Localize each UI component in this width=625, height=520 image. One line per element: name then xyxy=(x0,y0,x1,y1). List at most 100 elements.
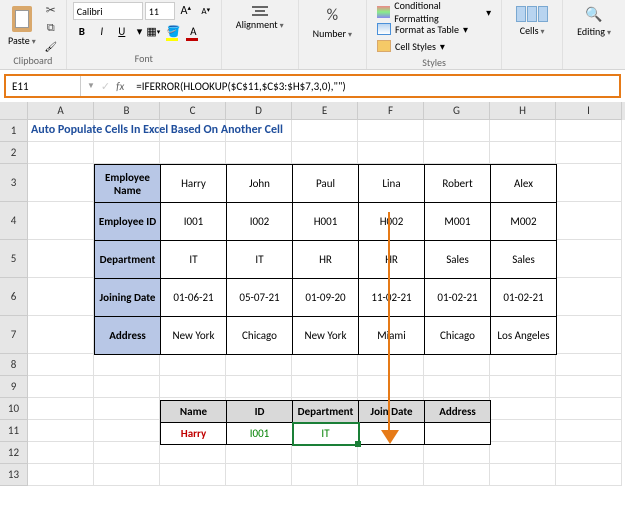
col-header[interactable]: A xyxy=(28,102,94,120)
table-cell[interactable]: 01-02-21 xyxy=(491,279,557,317)
table-cell[interactable]: Chicago xyxy=(425,317,491,355)
border-button[interactable]: ▦▾ xyxy=(144,22,162,40)
cell-styles-button[interactable]: Cell Styles▾ xyxy=(377,38,491,54)
table-cell[interactable]: IT xyxy=(227,241,293,279)
font-color-button[interactable]: A xyxy=(184,22,202,40)
bold-button[interactable]: B xyxy=(73,22,91,40)
row-header[interactable]: 4 xyxy=(0,202,28,240)
percent-icon[interactable] xyxy=(327,6,338,25)
row-header[interactable]: 1 xyxy=(0,120,28,142)
lookup-header[interactable]: Department xyxy=(293,401,359,423)
lookup-header[interactable]: ID xyxy=(227,401,293,423)
table-cell[interactable]: Los Angeles xyxy=(491,317,557,355)
row-header[interactable]: 2 xyxy=(0,142,28,164)
table-cell[interactable]: M001 xyxy=(425,203,491,241)
format-as-table-button[interactable]: Format as Table▾ xyxy=(377,21,491,37)
callout-arrow-line xyxy=(388,212,390,434)
row-headers: 1 2 3 4 5 6 7 8 9 10 11 12 13 xyxy=(0,120,28,486)
active-cell[interactable]: IT xyxy=(293,423,359,445)
col-header[interactable]: E xyxy=(292,102,358,120)
table-header[interactable]: Joining Date xyxy=(95,279,161,317)
row-header[interactable]: 3 xyxy=(0,164,28,202)
table-cell[interactable]: 01-02-21 xyxy=(425,279,491,317)
cell-grid[interactable]: Auto Populate Cells In Excel Based On An… xyxy=(28,120,625,486)
table-cell[interactable]: Robert xyxy=(425,165,491,203)
decrease-font-button[interactable] xyxy=(197,2,215,20)
table-cell[interactable]: Harry xyxy=(161,165,227,203)
row-header[interactable]: 8 xyxy=(0,354,28,376)
format-painter-button[interactable] xyxy=(42,38,60,54)
name-box[interactable]: E11 xyxy=(6,76,81,96)
cut-button[interactable] xyxy=(42,2,60,18)
underline-button[interactable]: U xyxy=(113,22,131,40)
paste-button[interactable]: Paste xyxy=(6,2,38,49)
table-cell[interactable]: I002 xyxy=(227,203,293,241)
table-cell[interactable]: 11-02-21 xyxy=(359,279,425,317)
copy-button[interactable] xyxy=(42,20,60,36)
table-cell[interactable]: New York xyxy=(161,317,227,355)
table-cell[interactable]: Alex xyxy=(491,165,557,203)
table-cell[interactable]: Sales xyxy=(491,241,557,279)
name-box-dropdown-icon[interactable]: ▼ xyxy=(87,81,95,91)
table-header[interactable]: Employee ID xyxy=(95,203,161,241)
table-cell[interactable]: Miami xyxy=(359,317,425,355)
col-header[interactable]: F xyxy=(358,102,424,120)
lookup-cell[interactable] xyxy=(425,423,491,445)
lookup-result-cell[interactable]: I001 xyxy=(227,423,293,445)
table-header[interactable]: Department xyxy=(95,241,161,279)
align-icon[interactable] xyxy=(252,6,268,16)
find-icon[interactable] xyxy=(585,6,602,23)
alignment-label: Alignment xyxy=(236,18,284,31)
table-cell[interactable]: HR xyxy=(359,241,425,279)
table-cell[interactable]: 05-07-21 xyxy=(227,279,293,317)
row-header[interactable]: 12 xyxy=(0,442,28,464)
column-headers: A B C D E F G H I xyxy=(0,102,625,120)
table-header[interactable]: Address xyxy=(95,317,161,355)
table-cell[interactable]: H002 xyxy=(359,203,425,241)
table-cell[interactable]: M002 xyxy=(491,203,557,241)
row-header[interactable]: 10 xyxy=(0,398,28,420)
row-header[interactable]: 7 xyxy=(0,316,28,354)
lookup-header[interactable]: Join Date xyxy=(359,401,425,423)
table-cell[interactable]: Lina xyxy=(359,165,425,203)
font-name-select[interactable] xyxy=(73,2,143,20)
select-all-corner[interactable] xyxy=(0,102,28,120)
table-cell[interactable]: H001 xyxy=(293,203,359,241)
row-header[interactable]: 5 xyxy=(0,240,28,278)
cells-icon[interactable] xyxy=(516,6,548,22)
font-size-select[interactable] xyxy=(145,2,175,20)
fill-color-button[interactable]: 🪣 xyxy=(164,22,182,40)
fill-handle[interactable] xyxy=(355,441,361,447)
lookup-header[interactable]: Address xyxy=(425,401,491,423)
table-cell[interactable]: Sales xyxy=(425,241,491,279)
table-cell[interactable]: HR xyxy=(293,241,359,279)
col-header[interactable]: H xyxy=(490,102,556,120)
row-header[interactable]: 13 xyxy=(0,464,28,486)
italic-button[interactable]: I xyxy=(93,22,111,40)
col-header[interactable]: G xyxy=(424,102,490,120)
col-header[interactable]: D xyxy=(226,102,292,120)
row-header[interactable]: 11 xyxy=(0,420,28,442)
col-header[interactable]: B xyxy=(94,102,160,120)
increase-font-button[interactable] xyxy=(177,2,195,20)
table-cell[interactable]: Chicago xyxy=(227,317,293,355)
formula-input[interactable]: =IFERROR(HLOOKUP($C$11,$C$3:$H$7,3,0),""… xyxy=(130,76,619,96)
table-cell[interactable]: I001 xyxy=(161,203,227,241)
table-cell[interactable]: Paul xyxy=(293,165,359,203)
col-header[interactable]: C xyxy=(160,102,226,120)
row-header[interactable]: 6 xyxy=(0,278,28,316)
row-header[interactable]: 9 xyxy=(0,376,28,398)
lookup-header[interactable]: Name xyxy=(161,401,227,423)
lookup-name-cell[interactable]: Harry xyxy=(161,423,227,445)
fx-button[interactable]: fx xyxy=(116,80,124,93)
font-group-label: Font xyxy=(73,52,215,67)
table-cell[interactable]: John xyxy=(227,165,293,203)
table-cell[interactable]: New York xyxy=(293,317,359,355)
table-cell[interactable]: IT xyxy=(161,241,227,279)
callout-arrow-head xyxy=(381,430,399,444)
col-header[interactable]: I xyxy=(556,102,622,120)
table-cell[interactable]: 01-06-21 xyxy=(161,279,227,317)
conditional-formatting-button[interactable]: Conditional Formatting▾ xyxy=(377,4,491,20)
table-header[interactable]: Employee Name xyxy=(95,165,161,203)
table-cell[interactable]: 01-09-20 xyxy=(293,279,359,317)
